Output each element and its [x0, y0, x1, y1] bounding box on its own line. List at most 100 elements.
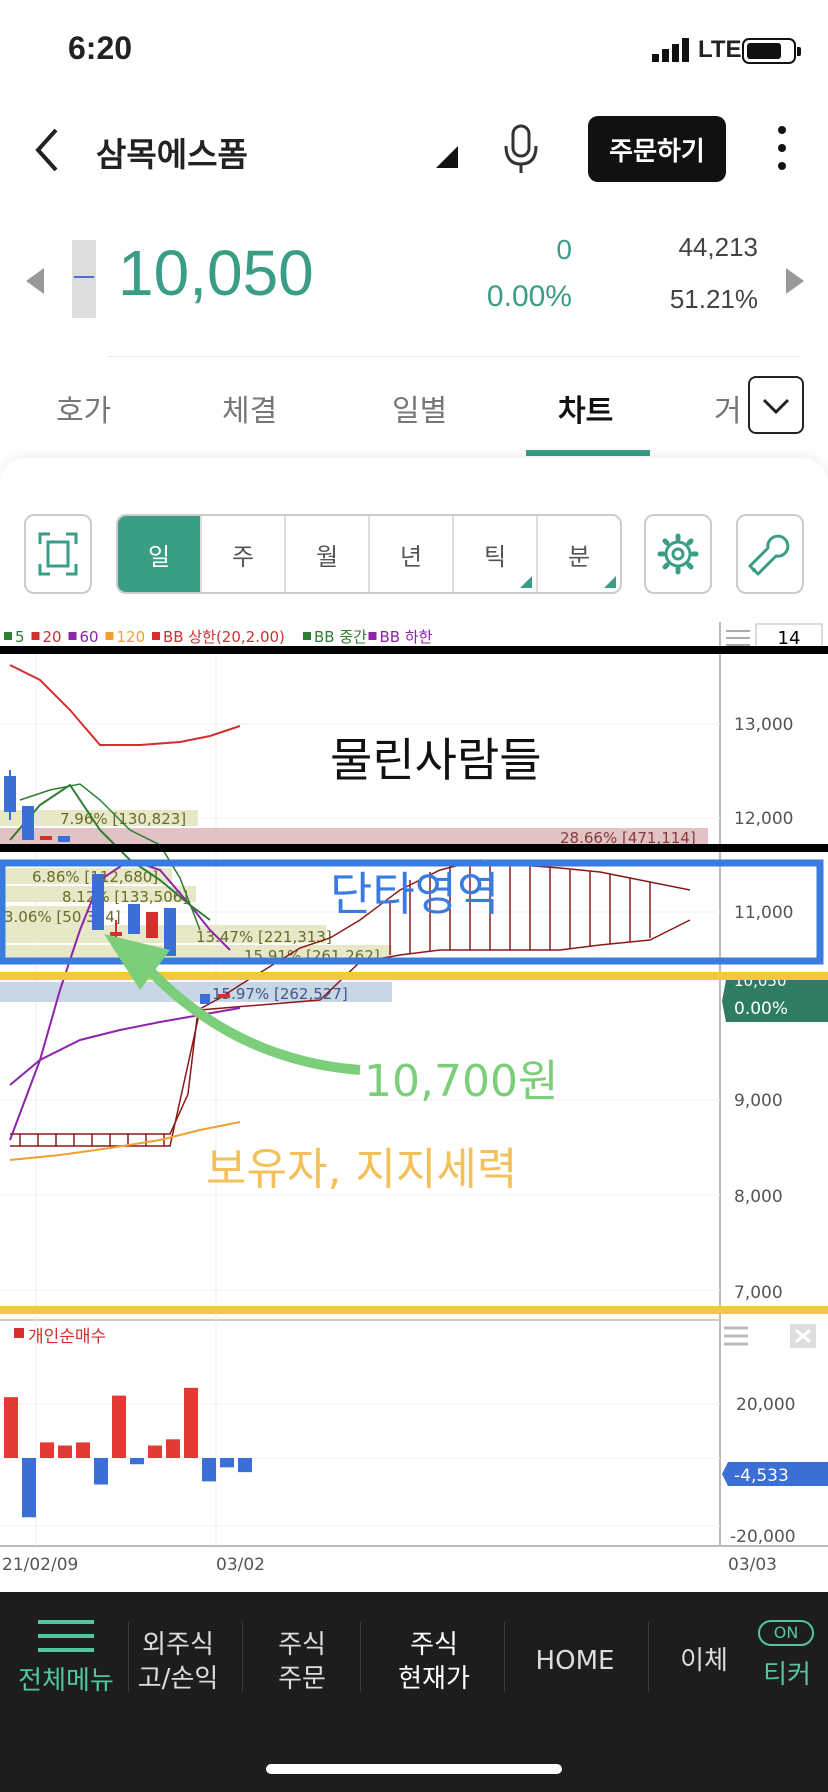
nav-all-menu[interactable]: 전체메뉴 [14, 1664, 118, 1698]
legend-swatch [303, 632, 311, 640]
wrench-icon [748, 534, 790, 576]
price-tick: 9,000 [734, 1091, 783, 1111]
nav-home[interactable]: HOME [522, 1644, 628, 1678]
current-price-tag-pct: 0.00% [734, 999, 788, 1019]
tab-chart[interactable]: 차트 [558, 386, 613, 430]
tab-more[interactable]: 거 [714, 386, 742, 430]
display-count: 14 [778, 628, 801, 649]
tab-daily[interactable]: 일별 [392, 386, 447, 430]
legend-swatch [368, 632, 377, 640]
date-label: 03/03 [728, 1555, 777, 1575]
period-tick[interactable]: 틱 [454, 516, 538, 592]
volume-profile-label: 7.96% [130,823] [60, 810, 186, 828]
network-label: LTE [698, 36, 742, 63]
annotation-trapped: 물린사람들 [330, 733, 542, 787]
bb-upper-line [9, 664, 241, 746]
indicator-tick: 20,000 [736, 1395, 795, 1415]
net-buy-bar [148, 1445, 162, 1458]
current-price: 10,050 [118, 237, 314, 309]
annotation-scalping: 단타영역 [330, 867, 499, 921]
period-week[interactable]: 주 [202, 516, 286, 592]
trade-volume: 44,213 [678, 232, 758, 262]
nav-label-line: 주식 [278, 1630, 326, 1660]
nav-label-line: 현재가 [398, 1664, 470, 1694]
net-buy-bars [4, 1387, 252, 1518]
legend-swatch [4, 632, 12, 640]
signal-icon [652, 38, 689, 62]
price-change: 0 [556, 234, 572, 265]
nav-label-line: 고/손익 [137, 1664, 219, 1694]
nav-foreign-stock[interactable]: 외주식 고/손익 [128, 1628, 228, 1696]
mini-candle-icon [72, 240, 96, 318]
menu-icon[interactable] [38, 1620, 94, 1656]
net-buy-bar [202, 1458, 216, 1482]
net-buy-bar [112, 1395, 126, 1458]
price-tick: 7,000 [734, 1283, 783, 1303]
gear-icon [657, 533, 699, 575]
legend-item: 5 [15, 628, 25, 646]
net-buy-bar [40, 1442, 54, 1458]
dropdown-triangle-icon[interactable] [436, 146, 458, 168]
nav-transfer[interactable]: 이체 [664, 1644, 744, 1678]
net-buy-bar [184, 1387, 198, 1458]
period-minute[interactable]: 분 [538, 516, 620, 592]
fullscreen-icon [38, 532, 78, 576]
nav-label-line: 주식 [410, 1630, 458, 1660]
home-indicator [266, 1764, 562, 1774]
date-label: 21/02/09 [2, 1555, 78, 1575]
chart-tools-button[interactable] [736, 514, 804, 594]
net-buy-bar [94, 1458, 108, 1485]
net-buy-bar [220, 1458, 234, 1468]
back-icon[interactable] [30, 126, 70, 174]
annotation-price: 10,700원 [364, 1056, 558, 1107]
status-time: 6:20 [68, 30, 133, 66]
chevron-down-icon [762, 398, 790, 415]
chart-settings-button[interactable] [644, 514, 712, 594]
active-tab-indicator [526, 450, 650, 456]
net-buy-bar [130, 1458, 144, 1465]
period-minute-label: 분 [567, 542, 591, 571]
previous-stock-arrow-icon[interactable] [26, 268, 44, 294]
battery-icon [742, 38, 801, 64]
nav-ticker[interactable]: 티커 [752, 1658, 822, 1692]
stock-name[interactable]: 삼목에스폼 [96, 128, 248, 176]
ticker-on-badge[interactable]: ON [758, 1620, 814, 1646]
order-button[interactable]: 주문하기 [588, 116, 726, 182]
indicator-label: 개인순매수 [28, 1327, 106, 1347]
price-tick: 11,000 [734, 903, 793, 923]
stock-chart[interactable]: 5 20 60 120 BB 상한(20,2.00) BB 중간 BB 하한 14 28.6… [0, 620, 828, 1580]
period-day[interactable]: 일 [118, 516, 202, 592]
net-buy-bar [76, 1442, 90, 1458]
period-month[interactable]: 월 [286, 516, 370, 592]
indicator-tick: -20,000 [730, 1527, 796, 1547]
legend-item: 120 [117, 628, 146, 646]
legend-swatch [31, 632, 40, 640]
nav-label-line: 주문 [278, 1664, 326, 1694]
next-stock-arrow-icon[interactable] [786, 268, 804, 294]
annotation-support: 보유자, 지지세력 [206, 1144, 517, 1195]
net-buy-bar [238, 1458, 252, 1473]
net-buy-bar [58, 1445, 72, 1458]
period-tick-label: 틱 [483, 542, 507, 571]
tab-trades[interactable]: 체결 [222, 386, 277, 430]
fullscreen-button[interactable] [24, 514, 92, 594]
legend-item: BB 중간 [314, 628, 367, 646]
tab-orderbook[interactable]: 호가 [56, 386, 111, 430]
legend-item: BB 하한 [380, 628, 433, 646]
price-change-percent: 0.00% [486, 280, 572, 313]
divider [108, 356, 800, 357]
nav-stock-quote[interactable]: 주식 현재가 [384, 1628, 484, 1696]
nav-stock-order[interactable]: 주식 주문 [256, 1628, 348, 1696]
indicator-menu-icon[interactable] [724, 1326, 748, 1346]
net-buy-bar [166, 1439, 180, 1458]
volume-ratio: 51.21% [669, 284, 758, 314]
more-options-icon[interactable] [770, 126, 794, 176]
chart-menu-icon[interactable] [726, 630, 750, 646]
microphone-icon[interactable] [500, 124, 542, 174]
tab-expand-button[interactable] [748, 376, 804, 434]
close-indicator-icon[interactable] [790, 1324, 816, 1348]
price-tick: 12,000 [734, 809, 793, 829]
legend-swatch [105, 632, 114, 640]
indicator-legend: 5 20 60 120 BB 상한(20,2.00) BB 중간 BB 하한 [4, 628, 433, 646]
period-year[interactable]: 년 [370, 516, 454, 592]
